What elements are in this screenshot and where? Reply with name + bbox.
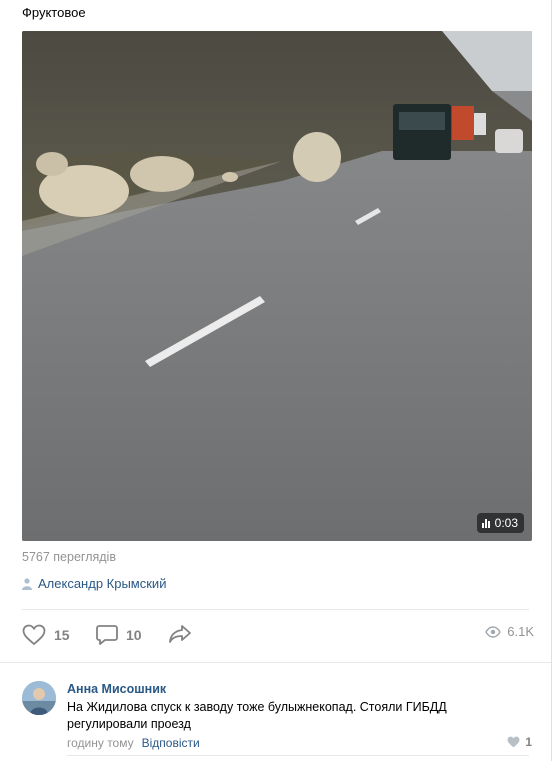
eye-icon (485, 625, 502, 638)
video-views-count: 5767 переглядів (22, 550, 116, 564)
heart-icon (507, 736, 520, 748)
avatar-image (22, 681, 56, 715)
post-views: 6.1K (485, 624, 534, 639)
like-count: 15 (54, 627, 70, 643)
share-button[interactable] (168, 624, 192, 644)
post-text: Фруктовое (22, 5, 86, 20)
post-author-name[interactable]: Александр Крымский (38, 576, 166, 591)
comment-icon (96, 625, 118, 645)
like-button[interactable]: 15 (22, 624, 70, 646)
post-card: Фруктовое 0:03 5767 переглядів Александр… (0, 0, 552, 761)
comment-time[interactable]: годину тому (67, 736, 134, 750)
comment-like-button[interactable]: 1 (507, 735, 532, 749)
comment-text: На Жидилова спуск к заводу тоже булыжнек… (67, 700, 447, 731)
comment-author[interactable]: Анна Мисошник (67, 682, 166, 696)
post-actions-bar: 15 10 6.1K (22, 624, 534, 648)
video-thumbnail (22, 31, 532, 541)
comments-divider (0, 662, 551, 663)
comment-count: 10 (126, 627, 142, 643)
post-views-count: 6.1K (507, 624, 534, 639)
divider (67, 755, 529, 756)
post-author[interactable]: Александр Крымский (22, 576, 166, 591)
reply-link[interactable]: Відповісти (142, 736, 200, 750)
video-duration-badge: 0:03 (476, 513, 524, 533)
divider (22, 609, 529, 610)
volume-bars-icon (481, 518, 490, 528)
video-duration: 0:03 (494, 516, 518, 530)
heart-icon (22, 624, 46, 646)
avatar[interactable] (22, 681, 56, 715)
video-player[interactable]: 0:03 (22, 31, 532, 541)
comment-meta: годину тому Відповісти (67, 736, 200, 750)
person-icon (22, 577, 32, 590)
share-icon (169, 625, 191, 643)
comment-button[interactable]: 10 (96, 624, 142, 646)
comment-like-count: 1 (525, 735, 532, 749)
